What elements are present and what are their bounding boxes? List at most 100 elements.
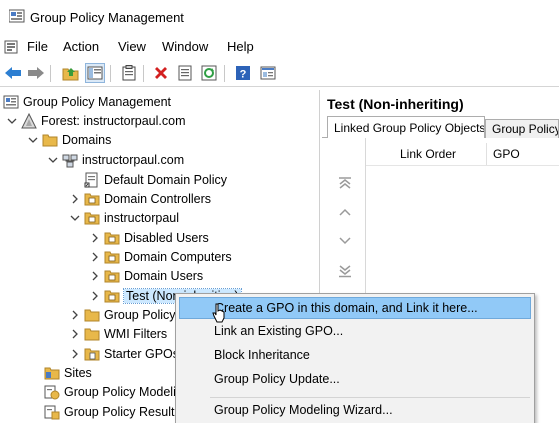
menu-item-block-inheritance[interactable]: Block Inheritance — [179, 344, 531, 366]
toolbar: ? — [0, 60, 559, 87]
menu-item-create-gpo-link[interactable]: Create a GPO in this domain, and Link it… — [179, 297, 531, 319]
tree-label: Default Domain Policy — [104, 172, 227, 187]
starter-gpo-folder-icon — [84, 346, 100, 362]
menu-item-modeling-wizard[interactable]: Group Policy Modeling Wizard... — [179, 399, 531, 421]
ou-folder-icon — [104, 249, 120, 265]
chevron-right-icon[interactable] — [69, 193, 81, 205]
document-icon[interactable] — [3, 39, 19, 55]
move-up-icon[interactable] — [338, 205, 352, 219]
sites-icon — [44, 365, 60, 381]
tree-label: instructorpaul.com — [82, 152, 185, 167]
tree-node-gp-modeling[interactable]: Group Policy Modeling — [44, 382, 190, 401]
tree-label: Group Policy Management — [23, 94, 171, 109]
context-menu: Create a GPO in this domain, and Link it… — [175, 293, 535, 423]
back-icon[interactable] — [3, 63, 23, 83]
refresh-icon[interactable] — [199, 63, 219, 83]
move-to-bottom-icon[interactable] — [338, 264, 352, 278]
gpmc-app-icon — [8, 9, 25, 23]
tree-node-domain-computers[interactable]: Domain Computers — [89, 247, 232, 266]
title-bar: Group Policy Management — [0, 0, 559, 34]
menu-help[interactable]: Help — [227, 39, 254, 54]
tree-node-wmi-filters[interactable]: WMI Filters — [69, 324, 167, 343]
details-heading: Test (Non-inheriting) — [327, 96, 464, 112]
tree-label: Forest: instructorpaul.com — [41, 113, 186, 128]
tree-node-ou-instructorpaul[interactable]: instructorpaul — [69, 208, 179, 227]
folder-icon — [84, 326, 100, 342]
tree-label: Domains — [62, 132, 112, 147]
ou-folder-icon — [84, 210, 100, 226]
delete-icon[interactable] — [151, 63, 171, 83]
tree-node-gp-results[interactable]: Group Policy Results — [44, 402, 181, 421]
menu-action[interactable]: Action — [63, 39, 99, 54]
tree-label: Group Policy Results — [64, 404, 181, 419]
svg-text:?: ? — [240, 69, 247, 81]
forward-icon[interactable] — [26, 63, 46, 83]
move-to-top-icon[interactable] — [338, 176, 352, 190]
toolbar-separator — [50, 65, 51, 82]
chevron-down-icon[interactable] — [6, 115, 18, 127]
folder-icon — [84, 307, 100, 323]
move-down-icon[interactable] — [338, 234, 352, 248]
properties-icon[interactable] — [175, 63, 195, 83]
show-hide-tree-icon[interactable] — [85, 63, 105, 83]
ou-folder-icon — [84, 191, 100, 207]
help-icon[interactable]: ? — [233, 63, 253, 83]
console-icon[interactable] — [258, 63, 278, 83]
tree-node-forest[interactable]: Forest: instructorpaul.com — [6, 111, 186, 130]
tree-node-domain-controllers[interactable]: Domain Controllers — [69, 189, 211, 208]
column-label: Link Order — [400, 147, 457, 161]
tree-label: Starter GPOs — [104, 346, 180, 361]
chevron-down-icon[interactable] — [47, 154, 59, 166]
tree-node-sites[interactable]: Sites — [44, 363, 92, 382]
column-label: GPO — [493, 147, 520, 161]
chevron-right-icon[interactable] — [69, 328, 81, 340]
menu-bar: File Action View Window Help — [0, 36, 559, 57]
mouse-cursor-icon — [212, 303, 225, 323]
chevron-right-icon[interactable] — [89, 251, 101, 263]
tree-node-root[interactable]: Group Policy Management — [3, 92, 171, 111]
details-tabs: Linked Group Policy Objects Group Policy… — [322, 116, 559, 139]
tree-node-domains[interactable]: Domains — [27, 130, 111, 149]
tree-label: WMI Filters — [104, 326, 168, 341]
tree-node-default-domain-policy[interactable]: Default Domain Policy — [84, 170, 227, 189]
tree-label: Domain Controllers — [104, 191, 211, 206]
domain-icon — [62, 152, 78, 168]
column-header-link-order[interactable]: Link Order — [366, 143, 487, 165]
tree-node-disabled-users[interactable]: Disabled Users — [89, 228, 209, 247]
chevron-right-icon[interactable] — [89, 232, 101, 244]
up-folder-icon[interactable] — [61, 63, 81, 83]
ou-folder-icon — [104, 288, 120, 304]
ou-folder-icon — [104, 268, 120, 284]
chevron-right-icon[interactable] — [89, 270, 101, 282]
toolbar-separator — [143, 65, 144, 82]
header-divider — [366, 165, 559, 166]
menu-window[interactable]: Window — [162, 39, 208, 54]
chevron-down-icon[interactable] — [69, 212, 81, 224]
forest-icon — [21, 112, 37, 129]
chevron-right-icon[interactable] — [89, 290, 101, 302]
menu-file[interactable]: File — [27, 39, 48, 54]
tab-gp-inheritance[interactable]: Group Policy Inheritance — [485, 119, 559, 139]
tree-label: Domain Computers — [124, 249, 232, 264]
clipboard-icon[interactable] — [119, 63, 139, 83]
tab-linked-gpos[interactable]: Linked Group Policy Objects — [327, 116, 485, 139]
modeling-icon — [44, 384, 60, 400]
chevron-right-icon[interactable] — [69, 309, 81, 321]
tree-node-domain[interactable]: instructorpaul.com — [47, 150, 184, 169]
ou-folder-icon — [104, 230, 120, 246]
chevron-down-icon[interactable] — [27, 134, 39, 146]
tree-node-starter-gpos[interactable]: Starter GPOs — [69, 344, 179, 363]
tree-node-domain-users[interactable]: Domain Users — [89, 266, 203, 285]
window-title: Group Policy Management — [30, 10, 184, 25]
menu-item-gp-update[interactable]: Group Policy Update... — [179, 368, 531, 390]
gpo-link-icon — [84, 172, 100, 188]
menu-item-link-existing-gpo[interactable]: Link an Existing GPO... — [179, 320, 531, 342]
menu-separator — [210, 397, 530, 398]
tree-label: Group Policy Modeling — [64, 384, 190, 399]
tree-label: instructorpaul — [104, 210, 180, 225]
menu-view[interactable]: View — [118, 39, 146, 54]
folder-icon — [42, 132, 58, 148]
chevron-right-icon[interactable] — [69, 348, 81, 360]
results-icon — [44, 404, 60, 420]
column-header-gpo[interactable]: GPO — [487, 143, 559, 165]
